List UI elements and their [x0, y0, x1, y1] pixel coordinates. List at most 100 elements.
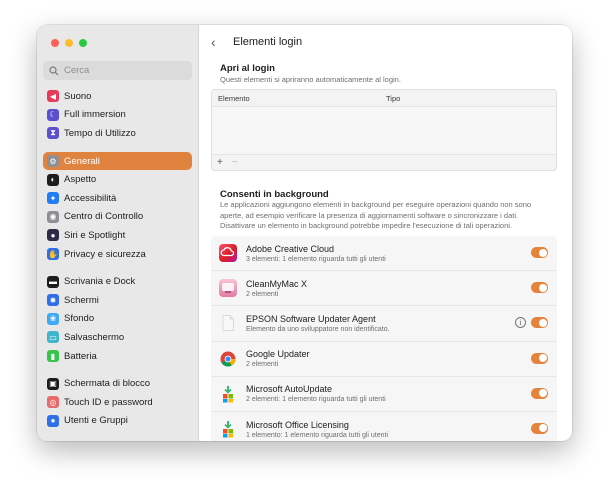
sidebar-item-utenti-e-gruppi[interactable]: ● Utenti e Gruppi [43, 412, 192, 431]
page-title: Elementi login [233, 36, 303, 48]
item-name: Google Updater [246, 349, 310, 360]
background-item-row: Google Updater 2 elementi [211, 342, 557, 377]
sidebar-item-centro-di-controllo[interactable]: ◉ Centro di Controllo [43, 208, 192, 227]
toolbar: ‹ Elementi login [199, 25, 572, 59]
sidebar-item-siri-e-spotlight[interactable]: ● Siri e Spotlight [43, 226, 192, 245]
lock-screen-icon: ▣ [47, 377, 59, 390]
sidebar-item-salvaschermo[interactable]: ▭ Salvaschermo [43, 328, 192, 347]
enable-toggle[interactable] [531, 247, 548, 258]
sidebar-item-batteria[interactable]: ▮ Batteria [43, 347, 192, 366]
item-name: Microsoft Office Licensing [246, 419, 349, 430]
sidebar-item-privacy-e-sicurezza[interactable]: ✋ Privacy e sicurezza [43, 245, 192, 264]
info-icon[interactable]: i [515, 317, 526, 329]
sidebar-group: ⚙ Generali ◐ Aspetto ✦ Accessibilità ◉ Centro d… [43, 151, 192, 264]
item-text: Microsoft Office Licensing 1 elemento: 1 … [246, 420, 388, 439]
minimize-button[interactable] [65, 39, 73, 47]
siri-icon: ● [47, 229, 59, 242]
sidebar-item-generali[interactable]: ⚙ Generali [43, 151, 192, 171]
item-text: Microsoft AutoUpdate 2 elementi: 1 elemen… [246, 384, 386, 403]
table-footer: + − [212, 154, 556, 170]
sidebar-item-label: Sfondo [64, 313, 95, 325]
sidebar-item-full-immersion[interactable]: ☾ Full immersion [43, 106, 192, 125]
fingerprint-icon: ◎ [47, 396, 59, 409]
item-name: CleanMyMac X [246, 278, 308, 289]
item-name: EPSON Software Updater Agent [246, 313, 376, 324]
column-type[interactable]: Tipo [386, 94, 400, 103]
item-description: 2 elementi [246, 290, 279, 298]
settings-window: ◀ Suono ☾ Full immersion ⧗ Tempo di Utilizzo ⚙… [37, 25, 572, 441]
background-item-row: Microsoft Office Licensing 1 elemento: 1 … [211, 412, 557, 441]
sidebar-item-label: Suono [64, 90, 92, 102]
open-at-login-title: Apri al login [220, 63, 275, 74]
sidebar-item-accessibilità[interactable]: ✦ Accessibilità [43, 189, 192, 208]
background-title: Consenti in background [220, 189, 329, 200]
close-button[interactable] [51, 39, 59, 47]
item-description: 2 elementi: 1 elemento riguarda tutti gl… [246, 396, 386, 404]
sidebar-group: ◀ Suono ☾ Full immersion ⧗ Tempo di Utilizzo [43, 87, 192, 143]
background-item-row: Microsoft AutoUpdate 2 elementi: 1 elemen… [211, 377, 557, 412]
item-name: Microsoft AutoUpdate [246, 384, 333, 395]
users-icon: ● [47, 414, 59, 427]
main-pane: ‹ Elementi login Apri al login Questi el… [199, 25, 572, 441]
item-description: Elemento da uno sviluppatore non identif… [246, 325, 390, 333]
sidebar-item-label: Aspetto [64, 174, 97, 186]
description-line: aperte, ad esempio verificare la presenz… [220, 210, 519, 220]
sidebar-item-schermata-di-blocco[interactable]: ▣ Schermata di blocco [43, 374, 192, 393]
sidebar-item-label: Accessibilità [64, 192, 117, 204]
sidebar: ◀ Suono ☾ Full immersion ⧗ Tempo di Utilizzo ⚙… [37, 25, 199, 441]
sidebar-item-suono[interactable]: ◀ Suono [43, 87, 192, 106]
sidebar-item-label: Utenti e Gruppi [64, 415, 128, 427]
add-button[interactable]: + [217, 157, 223, 168]
sidebar-item-label: Generali [64, 155, 100, 167]
moon-icon: ☾ [47, 108, 59, 121]
enable-toggle[interactable] [531, 352, 548, 364]
screensaver-icon: ▭ [47, 331, 59, 344]
dock-icon: ▬ [47, 275, 59, 288]
sidebar-item-tempo-di-utilizzo[interactable]: ⧗ Tempo di Utilizzo [43, 124, 192, 143]
google-chrome-icon [219, 350, 237, 368]
item-text: EPSON Software Updater Agent Elemento da … [246, 314, 390, 333]
zoom-button[interactable] [79, 39, 87, 47]
sidebar-group: ▣ Schermata di blocco ◎ Touch ID e password… [43, 374, 192, 430]
sidebar-nav: ◀ Suono ☾ Full immersion ⧗ Tempo di Utilizzo ⚙… [43, 87, 192, 439]
hand-icon: ✋ [47, 248, 59, 261]
sidebar-item-sfondo[interactable]: ❀ Sfondo [43, 310, 192, 329]
sidebar-item-scrivania-e-dock[interactable]: ▬ Scrivania e Dock [43, 272, 192, 291]
enable-toggle[interactable] [531, 422, 548, 434]
item-description: 2 elementi [246, 361, 279, 369]
hourglass-icon: ⧗ [47, 127, 59, 140]
remove-button[interactable]: − [232, 157, 238, 168]
battery-icon: ▮ [47, 350, 59, 363]
enable-toggle[interactable] [531, 282, 548, 294]
adobe-creative-cloud-icon [219, 244, 237, 263]
sidebar-item-touch-id-e-password[interactable]: ◎ Touch ID e password [43, 393, 192, 412]
sidebar-item-label: Full immersion [64, 109, 126, 121]
description-line: Disattivare un elemento in background po… [220, 221, 513, 230]
sidebar-item-label: Salvaschermo [64, 331, 125, 343]
sidebar-item-aspetto[interactable]: ◐ Aspetto [43, 170, 192, 189]
enable-toggle[interactable] [531, 317, 548, 329]
item-name: Adobe Creative Cloud [246, 243, 335, 254]
back-chevron-icon[interactable]: ‹ [211, 34, 229, 50]
microsoft-autoupdate-icon [219, 385, 237, 403]
sidebar-item-schermi[interactable]: ✹ Schermi [43, 291, 192, 310]
sidebar-group: ▬ Scrivania e Dock ✹ Schermi ❀ Sfondo ▭ Salvasc… [43, 272, 192, 365]
wallpaper-icon: ❀ [47, 312, 59, 325]
sidebar-item-label: Tempo di Utilizzo [64, 127, 136, 139]
cleanmymac-icon [219, 279, 237, 298]
item-text: CleanMyMac X2 elementi [246, 279, 307, 298]
gear-icon: ⚙ [47, 155, 59, 168]
background-items-list: Adobe Creative Cloud 3 elementi: 1 elemen… [211, 236, 557, 441]
column-item[interactable]: Elemento [212, 94, 386, 103]
table-body [212, 107, 556, 154]
sidebar-item-label: Schermata di blocco [64, 378, 151, 390]
table-header: Elemento Tipo [212, 90, 556, 107]
sidebar-item-label: Batteria [64, 350, 97, 362]
microsoft-office-icon [219, 420, 237, 438]
search-input[interactable] [64, 65, 184, 76]
sidebar-item-label: Siri e Spotlight [64, 229, 126, 241]
enable-toggle[interactable] [531, 387, 548, 399]
background-description: Le applicazioni aggiungono elementi in b… [220, 200, 531, 232]
item-description: 3 elementi: 1 elemento riguarda tutti gl… [246, 255, 386, 263]
search-field[interactable] [43, 61, 192, 80]
